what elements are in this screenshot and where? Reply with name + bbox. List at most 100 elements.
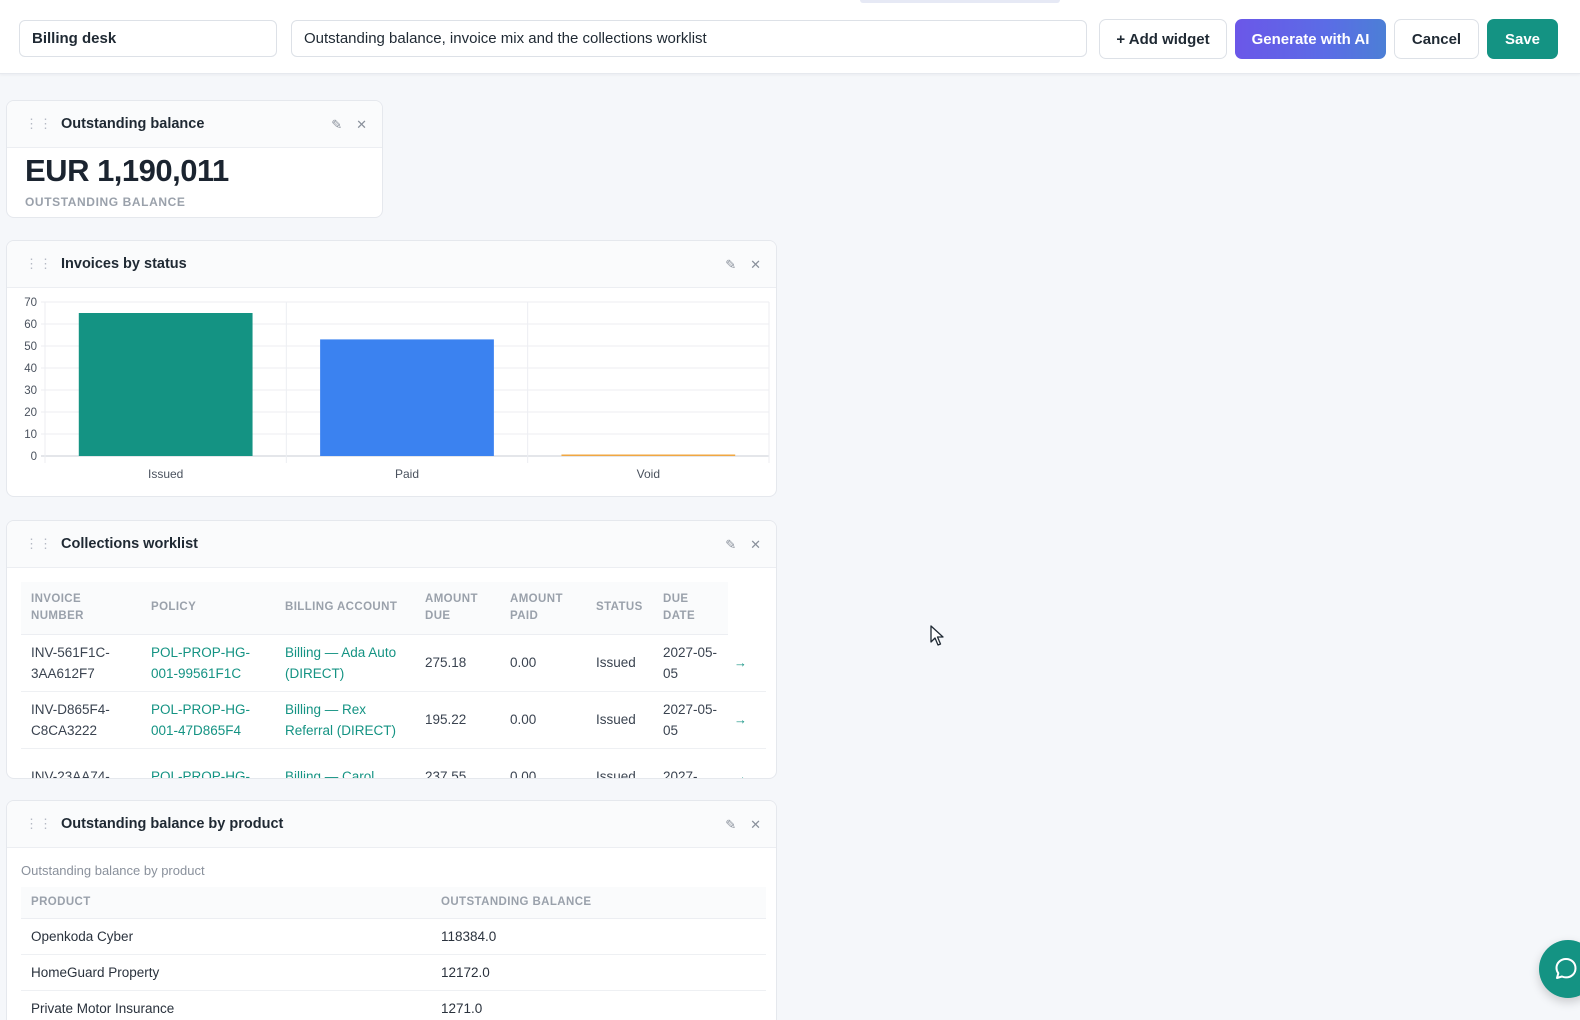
policy-link[interactable]: POL-PROP-HG- (141, 748, 275, 778)
kpi-value: EUR 1,190,011 (25, 153, 229, 188)
y-tick-label: 30 (24, 385, 37, 397)
due-date: 2027-05-05 (653, 691, 728, 749)
save-button[interactable]: Save (1487, 19, 1558, 59)
billing-account-link[interactable]: Billing — Ada Auto (DIRECT) (275, 634, 415, 692)
y-tick-label: 20 (24, 407, 37, 419)
drag-handle-icon[interactable]: ⋮⋮ (25, 256, 52, 272)
bar-paid (320, 339, 494, 456)
dashboard-name-input[interactable] (19, 20, 277, 57)
due-date: 2027-05-05 (653, 634, 728, 692)
generate-with-ai-button[interactable]: Generate with AI (1235, 19, 1386, 59)
column-header[interactable]: OUTSTANDING BALANCE (431, 887, 766, 919)
table-header-row: PRODUCT OUTSTANDING BALANCE (21, 887, 766, 919)
product-name: Openkoda Cyber (21, 918, 431, 955)
due-date: 2027- (653, 748, 728, 778)
y-tick-label: 60 (24, 319, 37, 331)
table-caption: Outstanding balance by product (21, 863, 205, 878)
y-tick-label: 40 (24, 363, 37, 375)
x-tick-label: Void (637, 467, 660, 481)
widget-title: Outstanding balance by product (61, 816, 284, 832)
drag-handle-icon[interactable]: ⋮⋮ (25, 816, 52, 832)
product-balance: 118384.0 (431, 918, 766, 955)
widget-title: Collections worklist (61, 536, 198, 552)
chat-bubble-icon (1555, 958, 1577, 979)
product-balance: 1271.0 (431, 990, 766, 1020)
table-row[interactable]: INV-23AA74- POL-PROP-HG- Billing — Carol… (21, 748, 766, 778)
cancel-button[interactable]: Cancel (1394, 19, 1479, 59)
open-row-arrow-icon[interactable]: → (728, 634, 766, 692)
status: Issued (586, 691, 653, 749)
widget-header: ⋮⋮ Outstanding balance by product ✎ ✕ (7, 801, 776, 848)
column-header[interactable]: PRODUCT (21, 887, 431, 919)
amount-due: 195.22 (415, 691, 500, 749)
bar-void (561, 454, 736, 456)
widget-outstanding-balance: ⋮⋮ Outstanding balance ✎ ✕ EUR 1,190,011… (6, 100, 383, 218)
amount-paid: 0.00 (500, 691, 586, 749)
product-name: Private Motor Insurance (21, 990, 431, 1020)
close-icon[interactable]: ✕ (750, 537, 761, 553)
status: Issued (586, 748, 653, 778)
pencil-icon[interactable]: ✎ (725, 537, 736, 553)
billing-account-link[interactable]: Billing — Carol (275, 748, 415, 778)
amount-paid: 0.00 (500, 634, 586, 692)
close-icon[interactable]: ✕ (750, 257, 761, 273)
status: Issued (586, 634, 653, 692)
pencil-icon[interactable]: ✎ (331, 117, 342, 133)
column-header[interactable]: DUE DATE (653, 582, 728, 635)
x-tick-label: Paid (395, 467, 419, 481)
billing-account-link[interactable]: Billing — Rex Referral (DIRECT) (275, 691, 415, 749)
column-header[interactable]: STATUS (586, 582, 653, 635)
policy-link[interactable]: POL-PROP-HG-001-99561F1C (141, 634, 275, 692)
close-icon[interactable]: ✕ (750, 817, 761, 833)
policy-link[interactable]: POL-PROP-HG-001-47D865F4 (141, 691, 275, 749)
bar-issued (78, 313, 253, 456)
add-widget-button[interactable]: + Add widget (1099, 19, 1227, 59)
column-header[interactable]: INVOICE NUMBER (21, 582, 141, 635)
x-tick-label: Issued (148, 467, 183, 481)
widget-header: ⋮⋮ Outstanding balance ✎ ✕ (7, 101, 382, 148)
widget-header: ⋮⋮ Invoices by status ✎ ✕ (7, 241, 776, 288)
close-icon[interactable]: ✕ (356, 117, 367, 133)
table-row: Private Motor Insurance 1271.0 (21, 990, 766, 1020)
dashboard-toolbar: + Add widget Generate with AI Cancel Sav… (0, 0, 1580, 74)
y-tick-label: 50 (24, 341, 37, 353)
chat-button[interactable] (1539, 940, 1580, 998)
invoices-bar-chart: 0 10 20 30 40 50 60 70 Issued Paid Void (24, 297, 770, 481)
dashboard-description-input[interactable] (291, 20, 1087, 57)
amount-due: 275.18 (415, 634, 500, 692)
amount-due: 237.55 (415, 748, 500, 778)
top-accent-line (860, 0, 1060, 3)
pencil-icon[interactable]: ✎ (725, 817, 736, 833)
product-balance: 12172.0 (431, 954, 766, 991)
table-row[interactable]: INV-561F1C-3AA612F7 POL-PROP-HG-001-9956… (21, 634, 766, 692)
drag-handle-icon[interactable]: ⋮⋮ (25, 536, 52, 552)
table-row: HomeGuard Property 12172.0 (21, 954, 766, 991)
product-balance-table: PRODUCT OUTSTANDING BALANCE Openkoda Cyb… (21, 887, 766, 1020)
table-row[interactable]: INV-D865F4-C8CA3222 POL-PROP-HG-001-47D8… (21, 691, 766, 749)
column-header[interactable]: AMOUNT DUE (415, 582, 500, 635)
column-header-actions (728, 582, 766, 634)
collections-table-scroll[interactable]: INVOICE NUMBER POLICY BILLING ACCOUNT AM… (21, 582, 766, 778)
open-row-arrow-icon[interactable]: → (728, 748, 766, 778)
widget-invoices-by-status: ⋮⋮ Invoices by status ✎ ✕ 0 10 20 30 40 50 60 7… (6, 240, 777, 497)
y-tick-label: 10 (24, 429, 37, 441)
invoice-number: INV-23AA74- (21, 748, 141, 778)
widget-header: ⋮⋮ Collections worklist ✎ ✕ (7, 521, 776, 568)
table-row: Openkoda Cyber 118384.0 (21, 918, 766, 955)
drag-handle-icon[interactable]: ⋮⋮ (25, 116, 52, 132)
mouse-cursor-icon (930, 625, 944, 646)
widget-title: Invoices by status (61, 256, 187, 272)
amount-paid: 0.00 (500, 748, 586, 778)
collections-table: INVOICE NUMBER POLICY BILLING ACCOUNT AM… (21, 582, 766, 778)
open-row-arrow-icon[interactable]: → (728, 691, 766, 749)
invoice-number: INV-561F1C-3AA612F7 (21, 634, 141, 692)
column-header[interactable]: AMOUNT PAID (500, 582, 586, 635)
column-header[interactable]: BILLING ACCOUNT (275, 582, 415, 635)
kpi-caption: OUTSTANDING BALANCE (25, 195, 186, 209)
product-name: HomeGuard Property (21, 954, 431, 991)
widget-collections-worklist: ⋮⋮ Collections worklist ✎ ✕ INVOICE NUMB… (6, 520, 777, 779)
pencil-icon[interactable]: ✎ (725, 257, 736, 273)
y-tick-label: 0 (31, 451, 37, 463)
column-header[interactable]: POLICY (141, 582, 275, 635)
invoice-number: INV-D865F4-C8CA3222 (21, 691, 141, 749)
